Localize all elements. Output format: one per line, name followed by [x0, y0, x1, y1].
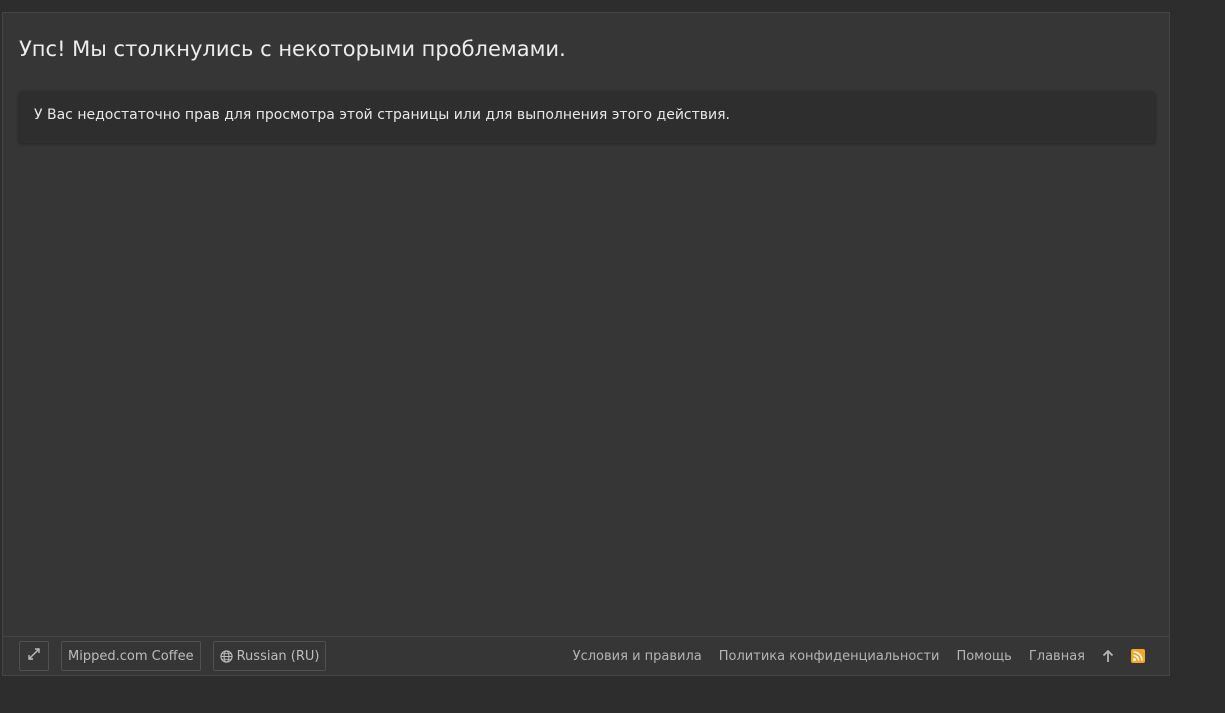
arrow-up-icon[interactable]: [1102, 649, 1114, 663]
page-title: Упс! Мы столкнулись с некоторыми проблем…: [19, 37, 566, 61]
style-chooser-label: Mipped.com Coffee: [68, 648, 194, 664]
error-message-block: У Вас недостаточно прав для просмотра эт…: [19, 91, 1155, 143]
language-chooser-button[interactable]: Russian (RU): [212, 641, 327, 671]
footer-link-help[interactable]: Помощь: [956, 649, 1011, 664]
globe-icon: [219, 649, 233, 663]
footer-link-privacy[interactable]: Политика конфиденциальности: [719, 649, 940, 664]
footer-link-home[interactable]: Главная: [1029, 649, 1085, 664]
expand-width-button[interactable]: [19, 641, 49, 671]
expand-arrows-icon: [28, 648, 40, 664]
language-chooser-label: Russian (RU): [236, 648, 320, 664]
footer: Mipped.com Coffee Russian (RU) Условия и…: [3, 636, 1169, 677]
page-container: Упс! Мы столкнулись с некоторыми проблем…: [2, 12, 1170, 676]
style-chooser-button[interactable]: Mipped.com Coffee: [61, 641, 201, 671]
rss-icon[interactable]: [1131, 649, 1145, 663]
error-message: У Вас недостаточно прав для просмотра эт…: [34, 107, 730, 123]
footer-link-terms[interactable]: Условия и правила: [573, 649, 702, 664]
footer-links: Условия и правила Политика конфиденциаль…: [573, 641, 1145, 671]
footer-left: Mipped.com Coffee Russian (RU): [19, 641, 327, 671]
